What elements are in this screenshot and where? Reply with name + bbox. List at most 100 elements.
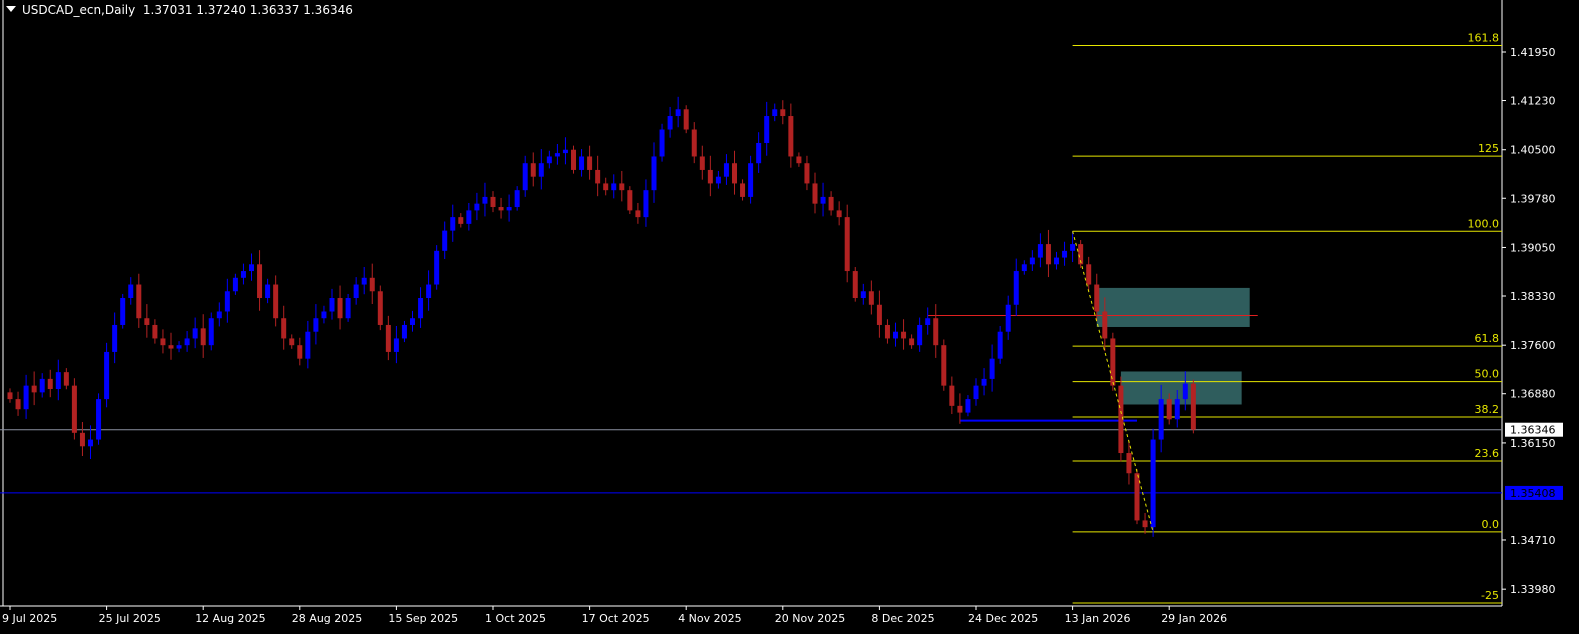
bull-candle [973,385,979,400]
bull-candle [393,338,399,352]
horizontal-lines[interactable] [0,315,1502,494]
bull-candle [667,116,673,130]
bull-candle [764,116,770,143]
bull-candle [659,129,665,157]
bull-candle [1021,264,1027,272]
bear-candle [868,291,874,305]
bear-candle [168,345,174,349]
triangle-down-icon[interactable] [6,6,16,12]
bull-candle [546,156,552,164]
bear-candle [603,183,609,191]
bull-candle [1005,304,1011,332]
bull-candle [176,345,182,349]
bull-candle [224,291,230,312]
bull-candle [321,311,327,319]
date-tick-label: 4 Nov 2025 [678,612,741,625]
bull-candle [611,183,617,191]
bull-candle [893,331,898,339]
bull-candle [997,331,1003,359]
bull-candle [96,399,102,440]
bear-candle [160,338,166,346]
bull-candle [715,176,721,184]
bull-candle [506,207,512,211]
price-tick-label: 1.33980 [1510,583,1556,596]
fib-level-label: 50.0 [1475,368,1500,381]
bull-candle [353,284,359,299]
bear-candle [635,210,641,218]
bear-candle [909,338,915,346]
bear-candle [1126,453,1132,474]
date-tick-label: 13 Jan 2026 [1065,612,1131,625]
bull-candle [772,109,778,117]
date-tick-label: 8 Dec 2025 [871,612,934,625]
bear-candle [571,149,576,170]
bull-candle [1070,244,1076,251]
bull-candle [249,264,254,272]
candles [7,96,1196,537]
bear-candle [876,304,882,325]
bull-candle [361,277,367,285]
bear-candle [780,109,786,117]
bear-candle [63,372,69,386]
bull-candle [128,284,134,299]
bull-candle [675,109,681,117]
bull-candle [562,149,568,154]
bull-candle [514,190,520,208]
bear-candle [200,328,206,346]
bull-candle [88,439,93,447]
price-chart[interactable]: 161.8 125 100.0 61.8 50.0 38.2 23.6 0.0 -25 1.41… [0,0,1579,634]
bull-candle [643,190,649,218]
bull-candle [1158,399,1164,440]
bull-candle [55,372,61,389]
bear-candle [1166,399,1172,420]
bull-candle [450,217,456,231]
bull-candle [410,318,415,325]
bear-candle [1142,520,1148,528]
ohlc-low: 1.36337 [249,3,300,17]
bear-candle [844,217,850,272]
bear-candle [933,318,939,346]
bid-price-label: 1.36346 [1510,424,1556,437]
date-tick-label: 24 Dec 2025 [968,612,1038,625]
bear-candle [691,129,697,157]
axes: 1.41950 1.41230 1.40500 1.39780 1.39050 1.383… [2,46,1563,625]
bull-candle [1062,250,1068,258]
bear-candle [901,331,907,339]
bear-candle [79,432,85,447]
bear-candle [836,210,842,218]
bull-candle [442,230,448,251]
bull-candle [860,291,866,299]
bull-candle [345,298,351,319]
bull-candle [418,298,424,319]
bear-candle [828,196,834,211]
price-tick-label: 1.39780 [1510,192,1556,205]
bull-candle [1174,399,1180,420]
bear-candle [297,345,303,359]
fib-level-label: 38.2 [1475,403,1500,416]
bull-candle [965,399,971,413]
bear-candle [144,318,150,325]
bear-candle [289,338,295,346]
zone-rectangle [1096,287,1250,327]
bear-candle [732,163,737,184]
bull-candle [538,163,544,177]
bear-candle [1094,284,1100,312]
bull-candle [522,163,528,191]
bear-candle [788,116,794,157]
bull-candle [554,153,560,157]
bull-candle [474,203,480,211]
bear-candle [1102,311,1108,339]
ohlc-close: 1.36346 [303,3,353,17]
bull-candle [1182,383,1188,400]
date-tick-label: 28 Aug 2025 [292,612,362,625]
bear-candle [812,183,818,204]
bear-candle [884,324,890,339]
bear-candle [281,318,287,339]
bear-candle [852,271,858,299]
zone-rectangle [1120,371,1242,405]
bear-candle [369,277,375,292]
bull-candle [434,250,440,285]
bear-candle [1086,264,1092,285]
bull-candle [39,378,45,393]
fib-level-label: -25 [1481,589,1499,602]
